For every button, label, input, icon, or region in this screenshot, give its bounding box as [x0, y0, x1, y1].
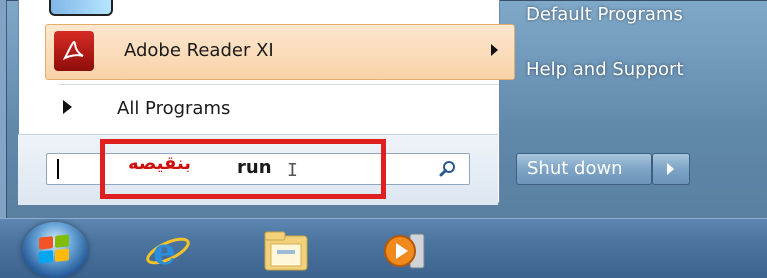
- shutdown-label: Shut down: [527, 158, 623, 179]
- shutdown-button[interactable]: Shut down: [516, 153, 652, 185]
- help-and-support-link[interactable]: Help and Support: [526, 59, 684, 80]
- annotation-highlight-box: [100, 139, 386, 199]
- pinned-item-partial[interactable]: [49, 0, 113, 16]
- chevron-right-icon: [667, 163, 674, 175]
- menu-item-adobe-reader[interactable]: Adobe Reader XI: [45, 24, 515, 80]
- adobe-reader-icon: [54, 31, 94, 71]
- text-cursor: [57, 159, 59, 179]
- expand-arrow-icon: [63, 100, 72, 114]
- search-icon[interactable]: [439, 160, 457, 178]
- menu-item-label: Adobe Reader XI: [124, 40, 274, 61]
- all-programs-label: All Programs: [117, 98, 231, 119]
- shutdown-options-button[interactable]: [652, 153, 690, 185]
- menu-separator: [59, 84, 499, 85]
- windows-explorer-icon[interactable]: [261, 228, 311, 274]
- start-orb-icon[interactable]: [22, 222, 88, 278]
- media-player-icon[interactable]: [380, 228, 430, 274]
- windows-logo-icon: [39, 234, 69, 264]
- default-programs-link[interactable]: Default Programs: [526, 4, 683, 25]
- all-programs-button[interactable]: All Programs: [45, 90, 513, 128]
- svg-text:e: e: [153, 231, 176, 273]
- internet-explorer-icon[interactable]: e: [143, 228, 193, 274]
- submenu-arrow-icon: [491, 44, 498, 56]
